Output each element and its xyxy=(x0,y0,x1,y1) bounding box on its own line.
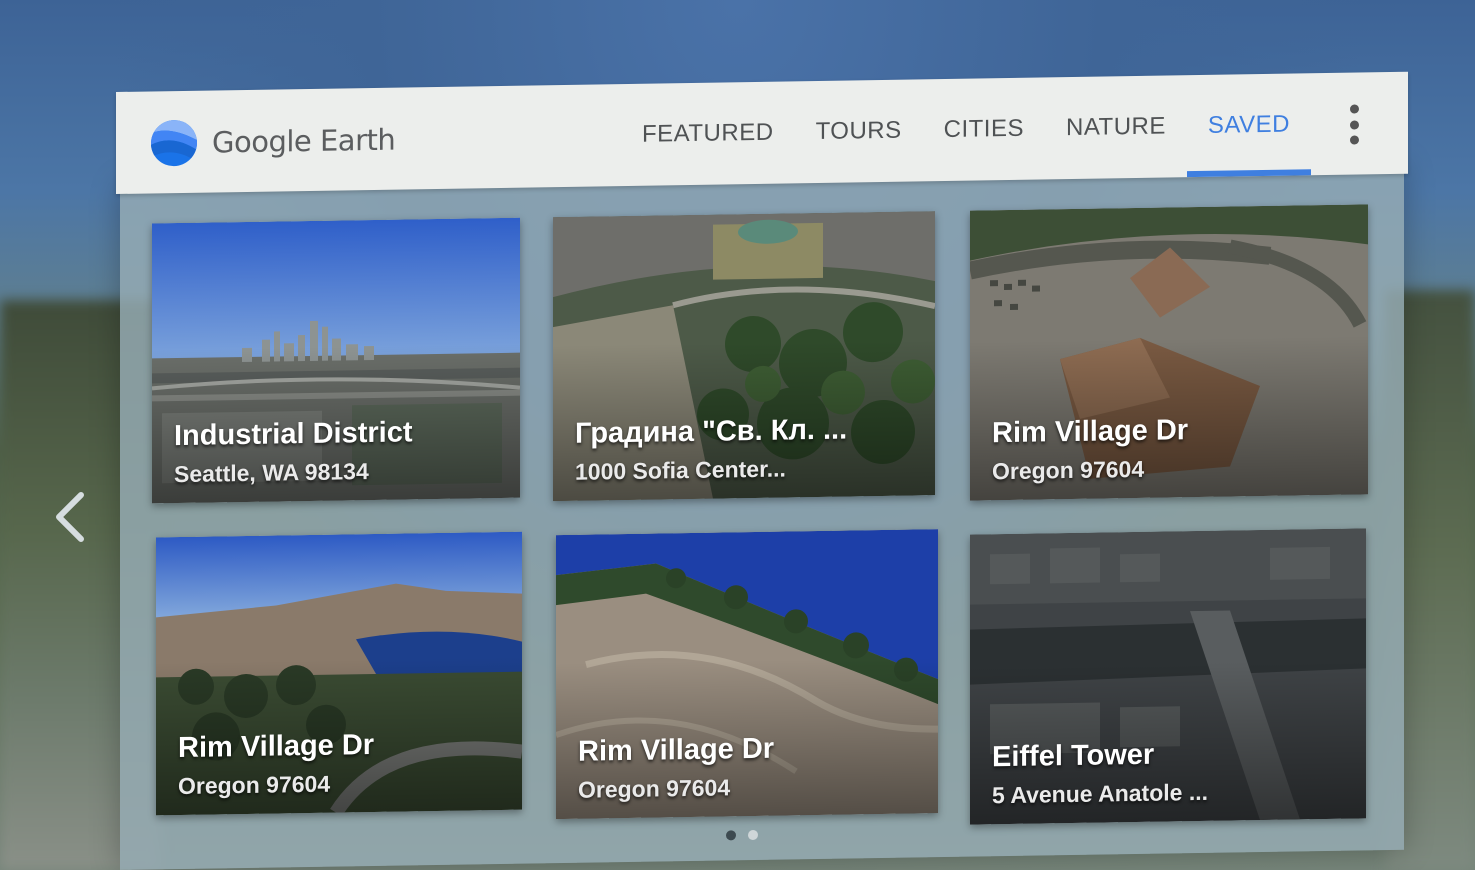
card-title: Eiffel Tower xyxy=(992,738,1155,774)
place-card-rim-village-lodge[interactable]: Rim Village Dr Oregon 97604 xyxy=(970,204,1368,501)
place-card-industrial-district[interactable]: Industrial District Seattle, WA 98134 xyxy=(152,217,520,504)
card-subtitle: Oregon 97604 xyxy=(992,455,1145,485)
card-subtitle: 5 Avenue Anatole ... xyxy=(992,778,1208,809)
place-card-sofia-garden[interactable]: Градина "Св. Кл. ... 1000 Sofia Center..… xyxy=(553,211,935,502)
saved-places-panel: Google Earth FEATURED TOURS CITIES NATUR… xyxy=(116,52,1408,870)
pagination-dots xyxy=(726,829,758,841)
chevron-left-icon[interactable] xyxy=(50,490,90,544)
card-title: Rim Village Dr xyxy=(578,732,775,768)
place-card-rim-village-rim[interactable]: Rim Village Dr Oregon 97604 xyxy=(556,529,938,820)
page-dot-2[interactable] xyxy=(748,829,758,841)
card-subtitle: Oregon 97604 xyxy=(178,770,331,800)
card-subtitle: 1000 Sofia Center... xyxy=(575,455,786,485)
card-title: Industrial District xyxy=(174,416,413,453)
card-subtitle: Seattle, WA 98134 xyxy=(174,458,369,488)
card-subtitle: Oregon 97604 xyxy=(578,774,731,803)
card-title: Rim Village Dr xyxy=(992,414,1189,450)
place-card-eiffel-tower[interactable]: Eiffel Tower 5 Avenue Anatole ... xyxy=(970,528,1366,825)
saved-places-grid: Industrial District Seattle, WA 98134 Гр… xyxy=(116,52,1408,870)
page-dot-1[interactable] xyxy=(726,830,736,841)
card-title: Градина "Св. Кл. ... xyxy=(575,413,848,450)
place-card-rim-village-crater[interactable]: Rim Village Dr Oregon 97604 xyxy=(156,531,522,816)
card-title: Rim Village Dr xyxy=(178,728,375,765)
